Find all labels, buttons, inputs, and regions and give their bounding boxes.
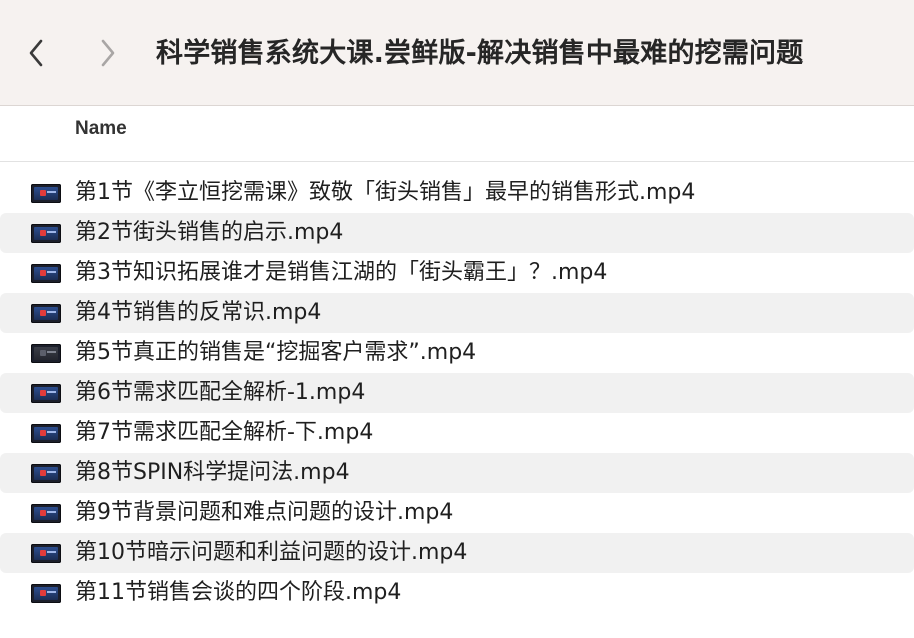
video-file-icon [31,544,61,563]
file-name: 第4节销售的反常识.mp4 [75,300,322,325]
file-name: 第3节知识拓展谁才是销售江湖的「街头霸王」？.mp4 [75,260,608,285]
video-file-icon [31,464,61,483]
file-name: 第10节暗示问题和利益问题的设计.mp4 [75,540,468,565]
chevron-right-icon [101,39,115,67]
video-file-icon [31,584,61,603]
forward-button[interactable] [90,33,126,73]
video-file-icon [31,264,61,283]
file-name: 第2节街头销售的启示.mp4 [75,220,344,245]
video-file-icon [31,424,61,443]
file-row[interactable]: 第8节SPIN科学提问法.mp4 [0,453,914,493]
file-name: 第6节需求匹配全解析-1.mp4 [75,380,366,405]
file-row[interactable]: 第9节背景问题和难点问题的设计.mp4 [0,493,914,533]
file-name: 第11节销售会谈的四个阶段.mp4 [75,580,402,605]
file-name: 第1节《李立恒挖需课》致敬「街头销售」最早的销售形式.mp4 [75,180,696,205]
file-row[interactable]: 第11节销售会谈的四个阶段.mp4 [0,573,914,613]
back-button[interactable] [18,33,54,73]
column-header-name[interactable]: Name [75,118,127,140]
file-row[interactable]: 第4节销售的反常识.mp4 [0,293,914,333]
window-title: 科学销售系统大课.尝鲜版-解决销售中最难的挖需问题 [156,38,804,69]
video-file-icon [31,504,61,523]
file-row[interactable]: 第2节街头销售的启示.mp4 [0,213,914,253]
finder-toolbar: 科学销售系统大课.尝鲜版-解决销售中最难的挖需问题 [0,0,914,106]
file-name: 第8节SPIN科学提问法.mp4 [75,460,350,485]
video-file-icon [31,184,61,203]
file-row[interactable]: 第10节暗示问题和利益问题的设计.mp4 [0,533,914,573]
file-row[interactable]: 第7节需求匹配全解析-下.mp4 [0,413,914,453]
file-row[interactable]: 第5节真正的销售是“挖掘客户需求”.mp4 [0,333,914,373]
file-row[interactable]: 第6节需求匹配全解析-1.mp4 [0,373,914,413]
video-file-icon [31,384,61,403]
file-name: 第9节背景问题和难点问题的设计.mp4 [75,500,454,525]
column-header-row: Name [0,106,914,162]
file-name: 第5节真正的销售是“挖掘客户需求”.mp4 [75,340,477,365]
video-file-icon [31,304,61,323]
video-file-icon [31,224,61,243]
video-file-icon [31,344,61,363]
file-row[interactable]: 第3节知识拓展谁才是销售江湖的「街头霸王」？.mp4 [0,253,914,293]
file-row[interactable]: 第1节《李立恒挖需课》致敬「街头销售」最早的销售形式.mp4 [0,173,914,213]
file-list: 第1节《李立恒挖需课》致敬「街头销售」最早的销售形式.mp4 第2节街头销售的启… [0,173,914,613]
chevron-left-icon [29,39,43,67]
file-name: 第7节需求匹配全解析-下.mp4 [75,420,374,445]
